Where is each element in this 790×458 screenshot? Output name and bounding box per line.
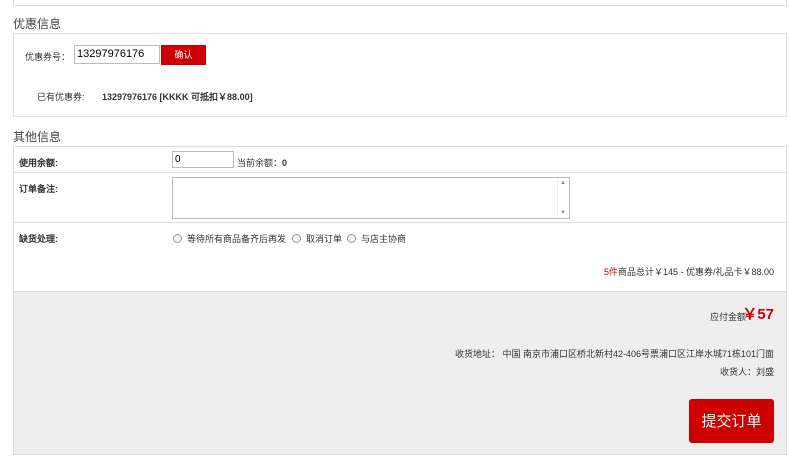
row-divider <box>14 222 786 223</box>
radio-icon[interactable] <box>347 234 356 243</box>
remark-label: 订单备注: <box>19 184 58 194</box>
coupon-box: 优惠券号： 13297976176 确认 已有优惠券: 13297976176 … <box>13 33 787 117</box>
amount-due-label: 应付金额 <box>709 312 746 322</box>
coupon-code-input[interactable]: 13297976176 <box>74 45 160 64</box>
current-balance: 当前余额：0 <box>237 156 287 169</box>
summary-text: 商品总计￥145 - 优惠券/礼品卡￥88.00 <box>617 267 774 277</box>
owned-coupon-label: 已有优惠券: <box>37 92 85 102</box>
stockout-option-wait[interactable]: 等待所有商品备齐后再发 <box>173 232 286 245</box>
coupon-section-title: 优惠信息 <box>13 17 62 31</box>
remark-textarea[interactable]: ▲ ▼ <box>172 177 570 219</box>
coupon-confirm-button[interactable]: 确认 <box>161 45 206 65</box>
item-count: 5件 <box>603 267 618 277</box>
scroll-down-arrow-icon[interactable]: ▼ <box>560 210 566 216</box>
row-divider <box>14 172 786 173</box>
payment-box: 应付金额 ￥57 收货地址： 中国 南京市浦口区桥北新村42-406号票浦口区江… <box>13 291 787 455</box>
current-balance-label: 当前余额： <box>237 158 283 168</box>
order-summary: 5件商品总计￥145 - 优惠券/礼品卡￥88.00 <box>604 265 774 278</box>
balance-label: 使用余额: <box>19 158 58 168</box>
amount-due-value: ￥57 <box>742 306 774 323</box>
other-info-box: 使用余额: 0 当前余额：0 订单备注: ▲ ▼ 缺货处理: 等待所有商品备齐后… <box>13 146 787 292</box>
stockout-option-cancel[interactable]: 取消订单 <box>292 232 342 245</box>
submit-order-button[interactable]: 提交订单 <box>689 399 774 443</box>
owned-coupon-value: 13297976176 [KKKK 可抵扣￥88.00] <box>102 92 253 102</box>
stockout-option-negotiate[interactable]: 与店主协商 <box>347 232 406 245</box>
shipping-address: 收货地址： 中国 南京市浦口区桥北新村42-406号票浦口区江岸水城71栋101… <box>454 349 774 359</box>
top-section-box <box>13 0 787 6</box>
balance-input[interactable]: 0 <box>172 151 234 168</box>
radio-icon[interactable] <box>292 234 301 243</box>
stockout-option-label: 等待所有商品备齐后再发 <box>187 234 287 244</box>
other-section-title: 其他信息 <box>13 130 62 144</box>
stockout-option-label: 与店主协商 <box>361 234 407 244</box>
radio-icon[interactable] <box>173 234 182 243</box>
receiver-name: 收货人：刘盛 <box>719 367 774 377</box>
coupon-code-label: 优惠券号： <box>25 52 71 62</box>
remark-scrollbar[interactable]: ▲ ▼ <box>557 178 569 218</box>
scroll-up-arrow-icon[interactable]: ▲ <box>560 180 566 186</box>
current-balance-value: 0 <box>282 158 288 168</box>
stockout-option-label: 取消订单 <box>306 234 343 244</box>
stockout-label: 缺货处理: <box>19 234 58 244</box>
